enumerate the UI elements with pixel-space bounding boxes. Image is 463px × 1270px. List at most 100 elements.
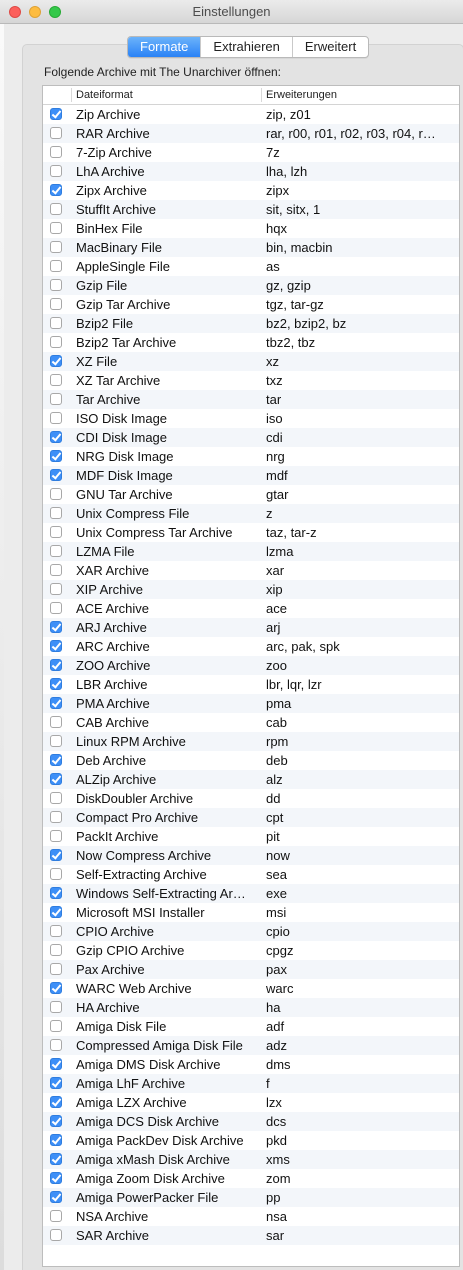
format-checkbox[interactable] [50,1229,62,1241]
format-checkbox[interactable] [50,792,62,804]
table-row[interactable]: Microsoft MSI Installer msi [43,903,459,922]
table-row[interactable]: Bzip2 Tar Archive tbz2, tbz [43,333,459,352]
format-checkbox[interactable] [50,1134,62,1146]
table-row[interactable]: HA Archive ha [43,998,459,1017]
format-checkbox[interactable] [50,184,62,196]
table-row[interactable]: Unix Compress Tar Archive taz, tar-z [43,523,459,542]
table-row[interactable]: Amiga xMash Disk Archive xms [43,1150,459,1169]
table-row[interactable]: XIP Archive xip [43,580,459,599]
format-checkbox[interactable] [50,412,62,424]
format-checkbox[interactable] [50,165,62,177]
table-row[interactable]: StuffIt Archive sit, sitx, 1 [43,200,459,219]
format-checkbox[interactable] [50,545,62,557]
table-row[interactable]: Gzip CPIO Archive cpgz [43,941,459,960]
format-checkbox[interactable] [50,830,62,842]
table-row[interactable]: Linux RPM Archive rpm [43,732,459,751]
format-checkbox[interactable] [50,849,62,861]
format-checkbox[interactable] [50,1058,62,1070]
table-row[interactable]: SAR Archive sar [43,1226,459,1245]
table-row[interactable]: Unix Compress File z [43,504,459,523]
title-bar[interactable]: Einstellungen [0,0,463,24]
formats-table[interactable]: Dateiformat Erweiterungen Zip Archive zip… [42,85,460,1267]
format-checkbox[interactable] [50,374,62,386]
table-row[interactable]: Amiga DMS Disk Archive dms [43,1055,459,1074]
format-checkbox[interactable] [50,298,62,310]
format-checkbox[interactable] [50,944,62,956]
format-checkbox[interactable] [50,355,62,367]
table-row[interactable]: XAR Archive xar [43,561,459,580]
table-row[interactable]: Amiga LhF Archive f [43,1074,459,1093]
format-checkbox[interactable] [50,678,62,690]
table-row[interactable]: ALZip Archive alz [43,770,459,789]
table-row[interactable]: NSA Archive nsa [43,1207,459,1226]
format-checkbox[interactable] [50,431,62,443]
format-checkbox[interactable] [50,1115,62,1127]
format-checkbox[interactable] [50,925,62,937]
format-checkbox[interactable] [50,887,62,899]
tab-erweitert[interactable]: Erweitert [291,37,368,57]
table-row[interactable]: Compact Pro Archive cpt [43,808,459,827]
table-row[interactable]: ACE Archive ace [43,599,459,618]
format-checkbox[interactable] [50,963,62,975]
format-checkbox[interactable] [50,393,62,405]
format-checkbox[interactable] [50,906,62,918]
scrollbar[interactable] [453,105,459,1263]
table-row[interactable]: NRG Disk Image nrg [43,447,459,466]
format-checkbox[interactable] [50,507,62,519]
format-checkbox[interactable] [50,735,62,747]
format-checkbox[interactable] [50,336,62,348]
table-row[interactable]: LZMA File lzma [43,542,459,561]
table-row[interactable]: Amiga Disk File adf [43,1017,459,1036]
format-checkbox[interactable] [50,279,62,291]
table-row[interactable]: Amiga DCS Disk Archive dcs [43,1112,459,1131]
table-row[interactable]: Amiga Zoom Disk Archive zom [43,1169,459,1188]
format-checkbox[interactable] [50,754,62,766]
format-checkbox[interactable] [50,697,62,709]
table-row[interactable]: AppleSingle File as [43,257,459,276]
format-checkbox[interactable] [50,222,62,234]
table-row[interactable]: CAB Archive cab [43,713,459,732]
format-checkbox[interactable] [50,203,62,215]
table-row[interactable]: ARC Archive arc, pak, spk [43,637,459,656]
format-checkbox[interactable] [50,868,62,880]
format-checkbox[interactable] [50,241,62,253]
format-checkbox[interactable] [50,108,62,120]
tab-formate[interactable]: Formate [128,37,201,57]
table-row[interactable]: Amiga PackDev Disk Archive pkd [43,1131,459,1150]
format-checkbox[interactable] [50,127,62,139]
table-row[interactable]: Gzip File gz, gzip [43,276,459,295]
format-checkbox[interactable] [50,526,62,538]
table-row[interactable]: PMA Archive pma [43,694,459,713]
table-row[interactable]: ZOO Archive zoo [43,656,459,675]
format-checkbox[interactable] [50,1039,62,1051]
column-header-extensions[interactable]: Erweiterungen [266,89,337,101]
format-checkbox[interactable] [50,1153,62,1165]
format-checkbox[interactable] [50,602,62,614]
format-checkbox[interactable] [50,1001,62,1013]
format-checkbox[interactable] [50,583,62,595]
format-checkbox[interactable] [50,1172,62,1184]
format-checkbox[interactable] [50,811,62,823]
table-row[interactable]: Zipx Archive zipx [43,181,459,200]
table-row[interactable]: Now Compress Archive now [43,846,459,865]
table-row[interactable]: MDF Disk Image mdf [43,466,459,485]
format-checkbox[interactable] [50,488,62,500]
table-row[interactable]: LBR Archive lbr, lqr, lzr [43,675,459,694]
format-checkbox[interactable] [50,1096,62,1108]
table-row[interactable]: XZ Tar Archive txz [43,371,459,390]
format-checkbox[interactable] [50,982,62,994]
format-checkbox[interactable] [50,640,62,652]
table-row[interactable]: RAR Archive rar, r00, r01, r02, r03, r04,… [43,124,459,143]
table-row[interactable]: Zip Archive zip, z01 [43,105,459,124]
table-row[interactable]: MacBinary File bin, macbin [43,238,459,257]
format-checkbox[interactable] [50,146,62,158]
format-checkbox[interactable] [50,260,62,272]
format-checkbox[interactable] [50,716,62,728]
table-row[interactable]: PackIt Archive pit [43,827,459,846]
table-row[interactable]: Amiga LZX Archive lzx [43,1093,459,1112]
table-row[interactable]: CPIO Archive cpio [43,922,459,941]
table-row[interactable]: XZ File xz [43,352,459,371]
format-checkbox[interactable] [50,564,62,576]
table-row[interactable]: LhA Archive lha, lzh [43,162,459,181]
format-checkbox[interactable] [50,317,62,329]
